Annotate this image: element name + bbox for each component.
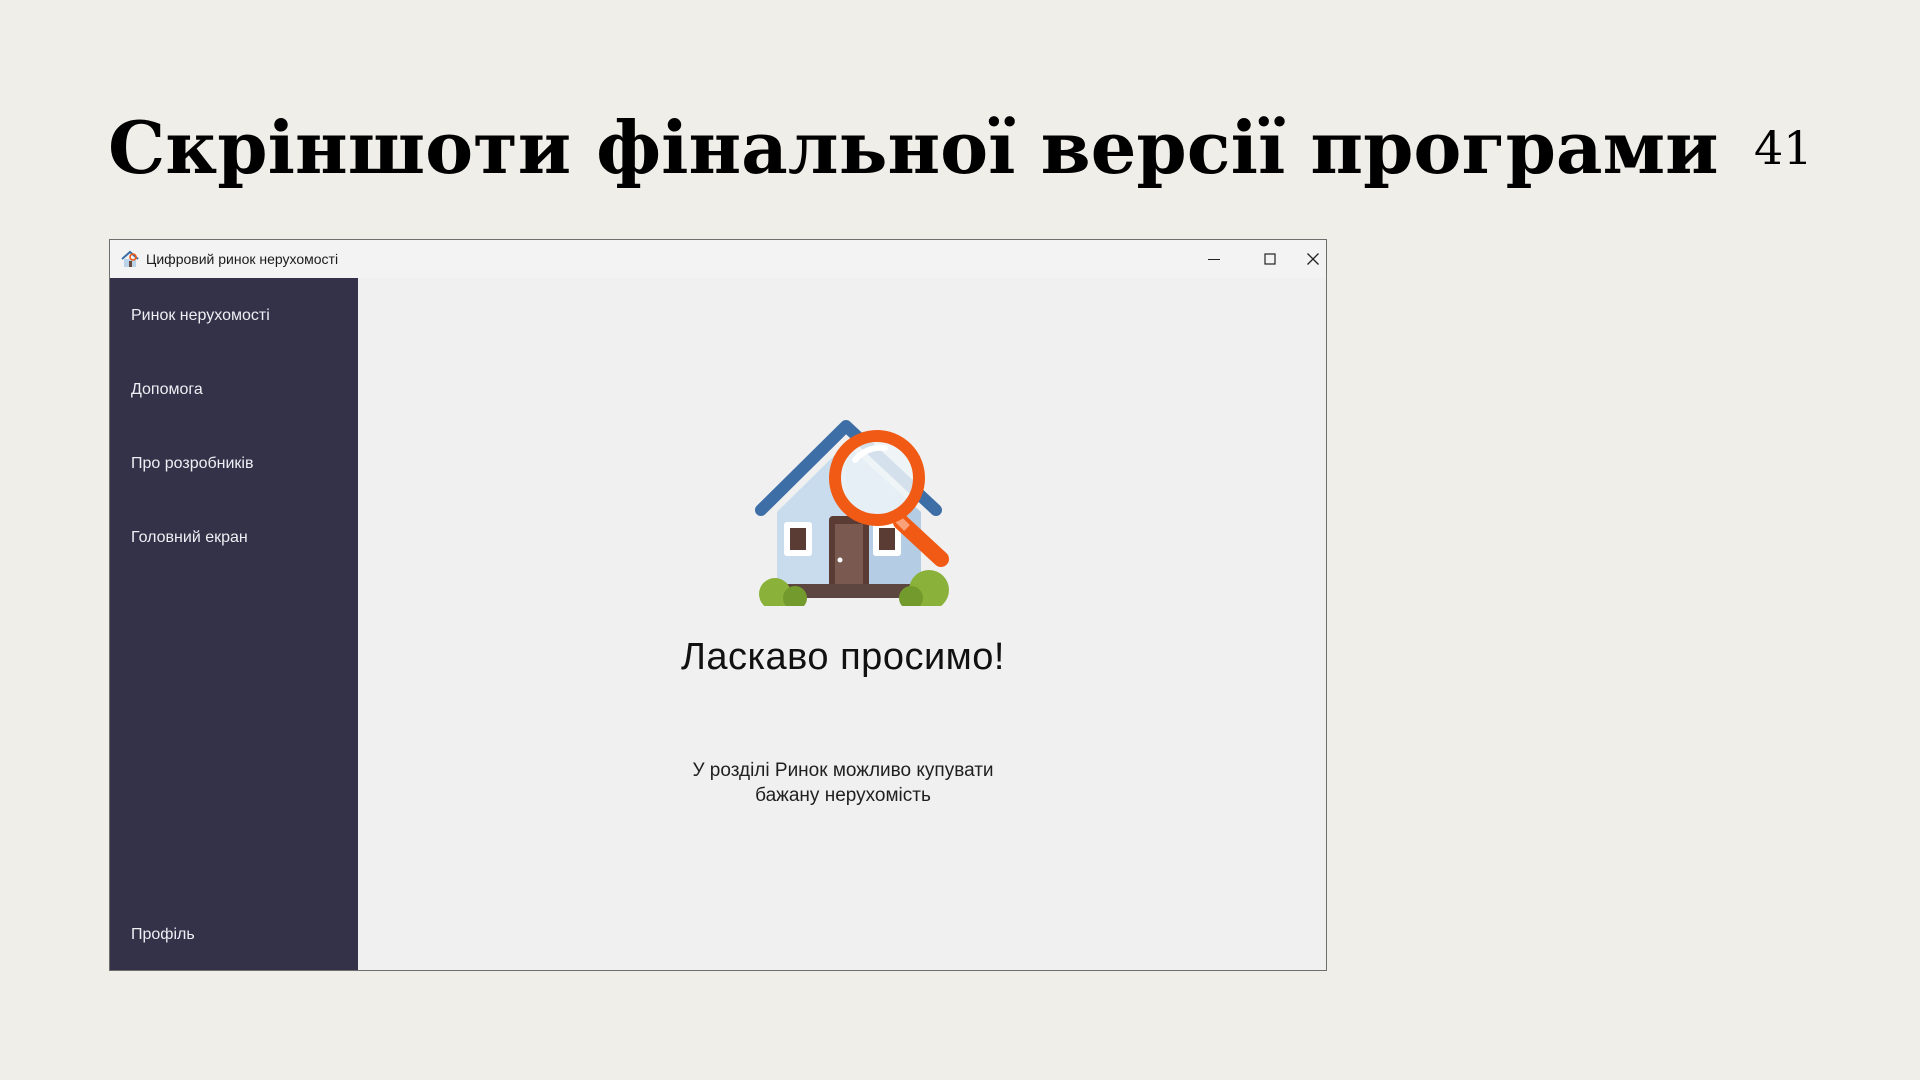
presentation-slide: Скріншоти фінальної версії програми 41 Ц… <box>0 0 1920 1080</box>
sidebar-item-label: Ринок нерухомості <box>131 307 270 324</box>
sidebar-item-home[interactable]: Головний екран <box>110 514 358 562</box>
sidebar-item-label: Головний екран <box>131 529 248 546</box>
close-icon <box>1307 253 1319 265</box>
maximize-icon <box>1264 253 1276 265</box>
sidebar: Ринок нерухомості Допомога Про розробник… <box>110 278 358 970</box>
welcome-description-line: У розділі Ринок можливо купувати <box>692 760 994 781</box>
window-titlebar[interactable]: Цифровий ринок нерухомості <box>110 240 1326 278</box>
minimize-icon <box>1208 259 1220 260</box>
sidebar-item-market[interactable]: Ринок нерухомості <box>110 292 358 340</box>
sidebar-item-developers[interactable]: Про розробників <box>110 440 358 488</box>
sidebar-item-help[interactable]: Допомога <box>110 366 358 414</box>
app-window: Цифровий ринок нерухомості Ринок нерухом… <box>109 239 1327 971</box>
welcome-title: Ласкаво просимо! <box>680 636 1005 678</box>
sidebar-item-label: Допомога <box>131 381 203 398</box>
sidebar-item-profile[interactable]: Профіль <box>110 911 358 959</box>
sidebar-item-label: Про розробників <box>131 455 254 472</box>
house-app-icon <box>121 250 139 267</box>
slide-page-number: 41 <box>1754 121 1813 175</box>
close-button[interactable] <box>1298 240 1326 278</box>
slide-title: Скріншоти фінальної версії програми <box>108 105 1719 190</box>
maximize-button[interactable] <box>1242 240 1298 278</box>
minimize-button[interactable] <box>1186 240 1242 278</box>
welcome-description-line: бажану нерухомість <box>755 785 931 806</box>
welcome-description: У розділі Ринок можливо купувати бажану … <box>358 758 1326 808</box>
main-content: Ласкаво просимо! У розділі Ринок можливо… <box>358 278 1326 970</box>
window-title: Цифровий ринок нерухомості <box>146 251 339 267</box>
sidebar-item-label: Профіль <box>131 926 195 943</box>
house-search-icon <box>755 420 949 606</box>
